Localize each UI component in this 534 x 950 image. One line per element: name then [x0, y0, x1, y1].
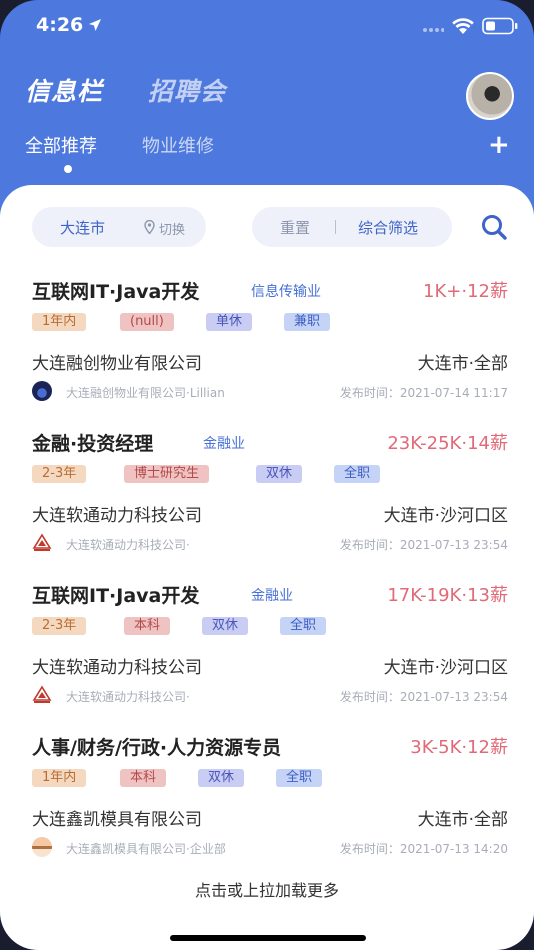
tag-experience: 2-3年 — [32, 465, 87, 483]
tag-job-type: 全职 — [334, 465, 381, 483]
job-item[interactable]: 互联网IT·Java开发 信息传输业 1K+·12薪 1年内 (null) 单休… — [32, 277, 508, 417]
filter-group: 重置 综合筛选 — [252, 207, 452, 247]
company-logo — [32, 533, 52, 551]
tag-experience: 1年内 — [32, 769, 87, 787]
add-tab-button[interactable]: + — [488, 130, 510, 160]
tag-rest-days: 双休 — [202, 617, 249, 635]
tag-education: 本科 — [120, 769, 167, 787]
job-salary: 1K+·12薪 — [423, 281, 508, 302]
reset-button[interactable]: 重置 — [280, 217, 310, 238]
status-bar: 4:26 — [0, 0, 534, 52]
active-tab-indicator — [64, 165, 72, 173]
tab-info-board[interactable]: 信息栏 — [25, 72, 103, 108]
poster-info: 大连软通动力科技公司· — [66, 690, 190, 704]
poster-info: 大连鑫凯模具有限公司·企业部 — [66, 842, 226, 856]
load-more-button[interactable]: 点击或上拉加载更多 — [0, 877, 534, 901]
job-salary: 3K-5K·12薪 — [410, 737, 508, 758]
company-logo — [32, 381, 52, 401]
job-location: 大连市·全部 — [417, 354, 508, 374]
job-title: 人事/财务/行政·人力资源专员 — [32, 737, 282, 759]
tab-job-fair[interactable]: 招聘会 — [148, 72, 226, 108]
search-icon[interactable] — [480, 213, 508, 241]
home-indicator[interactable] — [170, 935, 366, 941]
poster-info: 大连融创物业有限公司·Lillian — [66, 386, 225, 400]
publish-date: 发布时间：2021-07-13 23:54 — [339, 690, 508, 704]
job-location: 大连市·全部 — [417, 810, 508, 830]
switch-city-label: 切换 — [159, 223, 186, 238]
job-item[interactable]: 人事/财务/行政·人力资源专员 3K-5K·12薪 1年内 本科 双休 全职 大… — [32, 733, 508, 873]
tag-experience: 2-3年 — [32, 617, 87, 635]
job-location: 大连市·沙河口区 — [383, 506, 508, 526]
tag-experience: 1年内 — [32, 313, 87, 331]
user-avatar[interactable] — [466, 72, 514, 120]
location-arrow-icon — [89, 19, 101, 31]
company-name: 大连融创物业有限公司 — [32, 354, 202, 374]
poster-info: 大连软通动力科技公司· — [66, 538, 190, 552]
job-salary: 23K-25K·14薪 — [387, 433, 508, 454]
company-logo — [32, 837, 52, 857]
subtab-recommended[interactable]: 全部推荐 — [25, 132, 97, 158]
status-time: 4:26 — [36, 14, 84, 36]
location-pin-icon — [144, 220, 155, 234]
signal-icon — [423, 28, 444, 32]
filter-divider — [335, 220, 336, 234]
job-industry: 信息传输业 — [251, 284, 321, 300]
battery-icon — [482, 17, 518, 35]
publish-date: 发布时间：2021-07-14 11:17 — [339, 386, 508, 400]
subtab-property-maintenance[interactable]: 物业维修 — [142, 132, 214, 158]
tag-rest-days: 双休 — [256, 465, 303, 483]
publish-date: 发布时间：2021-07-13 23:54 — [339, 538, 508, 552]
job-salary: 17K-19K·13薪 — [387, 585, 508, 606]
job-title: 互联网IT·Java开发 — [32, 281, 200, 303]
job-industry: 金融业 — [251, 588, 293, 604]
company-name: 大连鑫凯模具有限公司 — [32, 810, 202, 830]
job-item[interactable]: 金融·投资经理 金融业 23K-25K·14薪 2-3年 博士研究生 双休 全职… — [32, 429, 508, 569]
wifi-icon — [452, 18, 474, 34]
company-name: 大连软通动力科技公司 — [32, 658, 202, 678]
company-name: 大连软通动力科技公司 — [32, 506, 202, 526]
tag-job-type: 全职 — [276, 769, 323, 787]
job-item[interactable]: 互联网IT·Java开发 金融业 17K-19K·13薪 2-3年 本科 双休 … — [32, 581, 508, 721]
job-list-card: 大连市 切换 重置 综合筛选 互联网IT·Java开发 信息传输业 1K+·12… — [0, 185, 534, 950]
tag-rest-days: 双休 — [198, 769, 245, 787]
tag-rest-days: 单休 — [206, 313, 253, 331]
job-title: 金融·投资经理 — [32, 433, 154, 455]
job-title: 互联网IT·Java开发 — [32, 585, 200, 607]
tag-education: 本科 — [124, 617, 171, 635]
phone-screen: 4:26 信息栏 招聘会 全部推荐 物业维修 + 大连市 切换 重置 综合筛选 … — [0, 0, 534, 950]
tag-education: 博士研究生 — [124, 465, 210, 483]
job-industry: 金融业 — [203, 436, 245, 452]
city-label: 大连市 — [60, 219, 106, 237]
job-location: 大连市·沙河口区 — [383, 658, 508, 678]
publish-date: 发布时间：2021-07-13 14:20 — [339, 842, 508, 856]
company-logo — [32, 685, 52, 703]
city-filter[interactable]: 大连市 切换 — [32, 207, 206, 247]
tag-job-type: 全职 — [280, 617, 327, 635]
combined-filter-button[interactable]: 综合筛选 — [358, 217, 418, 238]
tag-education: (null) — [120, 313, 174, 331]
tag-job-type: 兼职 — [284, 313, 331, 331]
